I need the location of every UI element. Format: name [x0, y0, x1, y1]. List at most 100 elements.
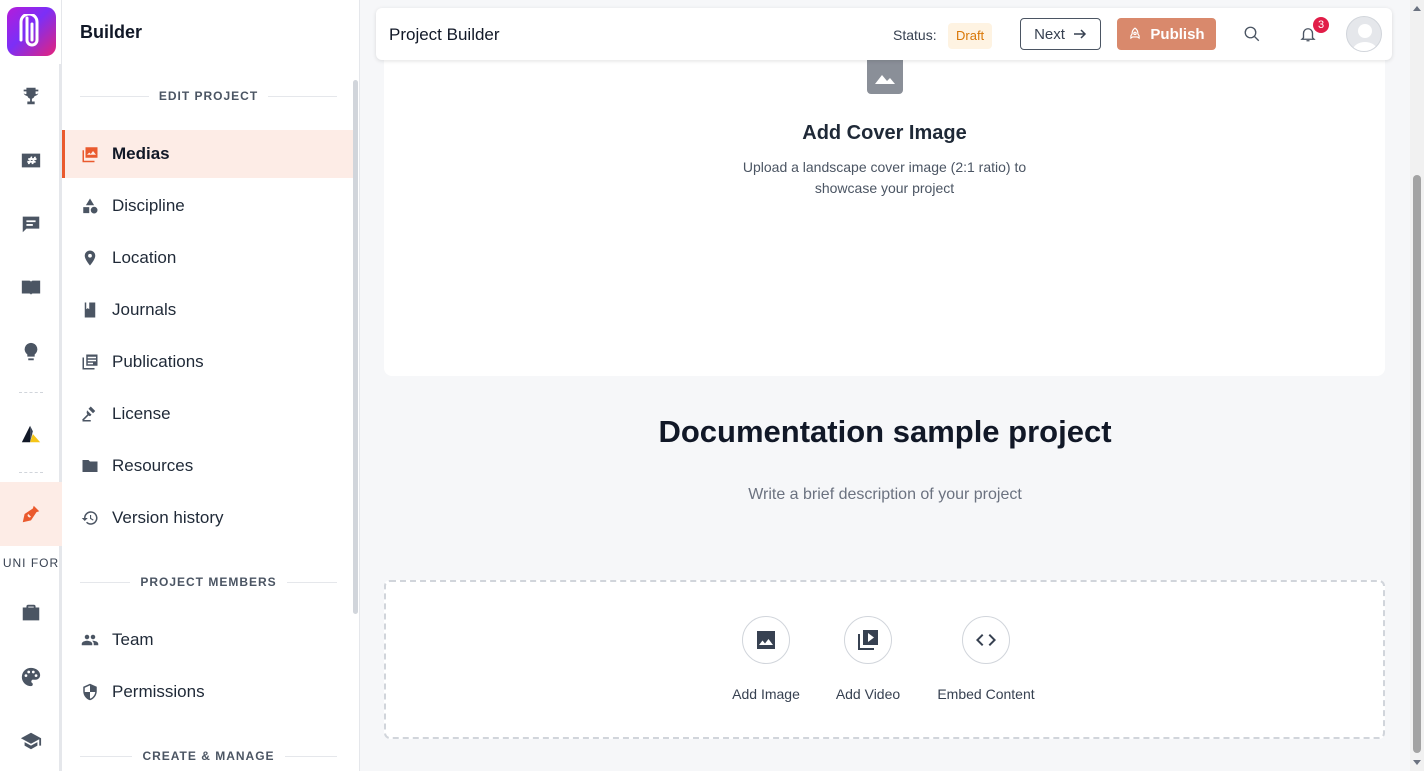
- sidebar-item-discipline[interactable]: Discipline: [62, 182, 353, 230]
- rail-builder[interactable]: [0, 482, 62, 546]
- search-icon: [1244, 26, 1260, 42]
- status-badge: Draft: [948, 23, 993, 49]
- sidebar-item-permissions[interactable]: Permissions: [62, 668, 353, 716]
- rail-trophy[interactable]: [0, 64, 62, 128]
- sidebar-item-label: Resources: [112, 456, 194, 475]
- sidebar-title: Builder: [80, 22, 143, 42]
- video-library-icon: [858, 630, 878, 650]
- publish-button-label: Publish: [1150, 25, 1205, 43]
- user-avatar-icon: [1351, 24, 1379, 51]
- sidebar-item-publications[interactable]: Publications: [62, 338, 353, 386]
- shapes-icon: [83, 198, 98, 214]
- sidebar-item-label: Permissions: [112, 682, 205, 701]
- status-label: Status:: [893, 27, 937, 43]
- next-button[interactable]: Next: [1020, 18, 1101, 50]
- project-description-input[interactable]: Write a brief description of your projec…: [360, 486, 1410, 504]
- sidebar-item-label: Discipline: [112, 196, 185, 215]
- arrow-right-icon: [1073, 29, 1086, 39]
- publications-icon: [82, 354, 98, 370]
- trophy-icon: [23, 87, 39, 105]
- people-icon: [81, 634, 99, 646]
- rail-ideas[interactable]: [0, 320, 62, 384]
- sidebar-scrollbar[interactable]: [353, 80, 358, 614]
- sidebar-item-label: Version history: [112, 508, 224, 527]
- publish-button[interactable]: Publish: [1117, 18, 1216, 50]
- builder-sidebar: Builder EDIT PROJECT Medias Discipline L…: [62, 0, 360, 771]
- sidebar-item-label: License: [112, 404, 171, 423]
- sidebar-item-label: Medias: [112, 144, 170, 163]
- embed-content-button[interactable]: Embed Content: [934, 616, 1038, 702]
- cover-title: Add Cover Image: [802, 122, 967, 144]
- rail-education[interactable]: [0, 709, 62, 771]
- image-icon: [757, 631, 775, 649]
- scrollbar-thumb[interactable]: [1413, 175, 1421, 753]
- main-content: Add Cover Image Upload a landscape cover…: [360, 0, 1410, 771]
- triangle-logo-icon: [21, 425, 41, 443]
- search-button[interactable]: [1240, 22, 1264, 46]
- media-dropzone: Add Image Add Video Embed Content: [384, 580, 1385, 739]
- add-image-button[interactable]: Add Image: [731, 616, 801, 702]
- page-scrollbar[interactable]: [1410, 0, 1424, 771]
- cover-image-dropzone[interactable]: Add Cover Image Upload a landscape cover…: [384, 60, 1385, 376]
- cover-subtitle: Upload a landscape cover image (2:1 rati…: [742, 159, 1027, 196]
- hashtag-card-icon: [21, 153, 41, 168]
- sidebar-item-license[interactable]: License: [62, 390, 353, 438]
- book-open-icon: [21, 280, 41, 296]
- paperclip-logo-icon: [19, 13, 38, 46]
- section-edit-project: EDIT PROJECT: [80, 89, 337, 103]
- next-button-label: Next: [1034, 25, 1065, 43]
- folder-icon: [82, 460, 98, 472]
- sidebar-item-label: Publications: [112, 352, 204, 371]
- section-label: CREATE & MANAGE: [142, 749, 275, 763]
- rail-palette[interactable]: [0, 645, 62, 709]
- page-title: Project Builder: [389, 25, 500, 44]
- sidebar-item-location[interactable]: Location: [62, 234, 353, 282]
- section-project-members: PROJECT MEMBERS: [80, 575, 337, 589]
- section-label: PROJECT MEMBERS: [140, 575, 277, 589]
- sidebar-item-team[interactable]: Team: [62, 616, 353, 664]
- rail-triangle-app[interactable]: [0, 402, 62, 466]
- rail-divider: [19, 472, 43, 473]
- lightbulb-icon: [24, 342, 38, 361]
- section-label: EDIT PROJECT: [158, 89, 259, 103]
- pen-nib-icon: [22, 505, 40, 523]
- add-video-button[interactable]: Add Video: [833, 616, 903, 702]
- gavel-icon: [82, 406, 96, 422]
- rail-book[interactable]: [0, 256, 62, 320]
- add-video-label: Add Video: [835, 686, 901, 702]
- notification-count-badge: 3: [1313, 17, 1329, 33]
- sidebar-item-resources[interactable]: Resources: [62, 442, 353, 490]
- sidebar-item-label: Team: [112, 630, 154, 649]
- media-icon: [82, 147, 98, 163]
- section-create-manage: CREATE & MANAGE: [80, 749, 337, 763]
- journal-book-icon: [84, 302, 96, 318]
- icon-rail: UNI FOR: [0, 0, 62, 771]
- message-icon: [22, 216, 40, 233]
- sidebar-item-journals[interactable]: Journals: [62, 286, 353, 334]
- app-logo[interactable]: [7, 7, 56, 56]
- image-placeholder-icon: [867, 60, 903, 94]
- sidebar-item-medias[interactable]: Medias: [62, 130, 353, 178]
- shield-icon: [83, 683, 97, 701]
- rail-divider: [19, 392, 43, 393]
- sidebar-item-label: Location: [112, 248, 177, 267]
- scroll-down-arrow-icon[interactable]: [1413, 760, 1421, 765]
- rail-messages[interactable]: [0, 192, 62, 256]
- graduation-cap-icon: [20, 732, 42, 750]
- sidebar-item-label: Journals: [112, 300, 177, 319]
- rocket-icon: [1130, 27, 1141, 40]
- avatar[interactable]: [1346, 16, 1382, 52]
- rail-hashtag-card[interactable]: [0, 128, 62, 192]
- top-bar: Project Builder Status: Draft Next Publi…: [376, 8, 1392, 60]
- embed-content-label: Embed Content: [937, 686, 1035, 702]
- location-pin-icon: [84, 250, 96, 266]
- rail-section-label: UNI FOR: [2, 556, 60, 570]
- scroll-up-arrow-icon[interactable]: [1413, 6, 1421, 11]
- palette-icon: [21, 667, 41, 687]
- project-title[interactable]: Documentation sample project: [360, 414, 1410, 450]
- code-embed-icon: [976, 634, 996, 646]
- sidebar-item-version-history[interactable]: Version history: [62, 494, 353, 542]
- rail-briefcase[interactable]: [0, 581, 62, 645]
- briefcase-icon: [22, 604, 40, 621]
- add-image-label: Add Image: [732, 686, 800, 702]
